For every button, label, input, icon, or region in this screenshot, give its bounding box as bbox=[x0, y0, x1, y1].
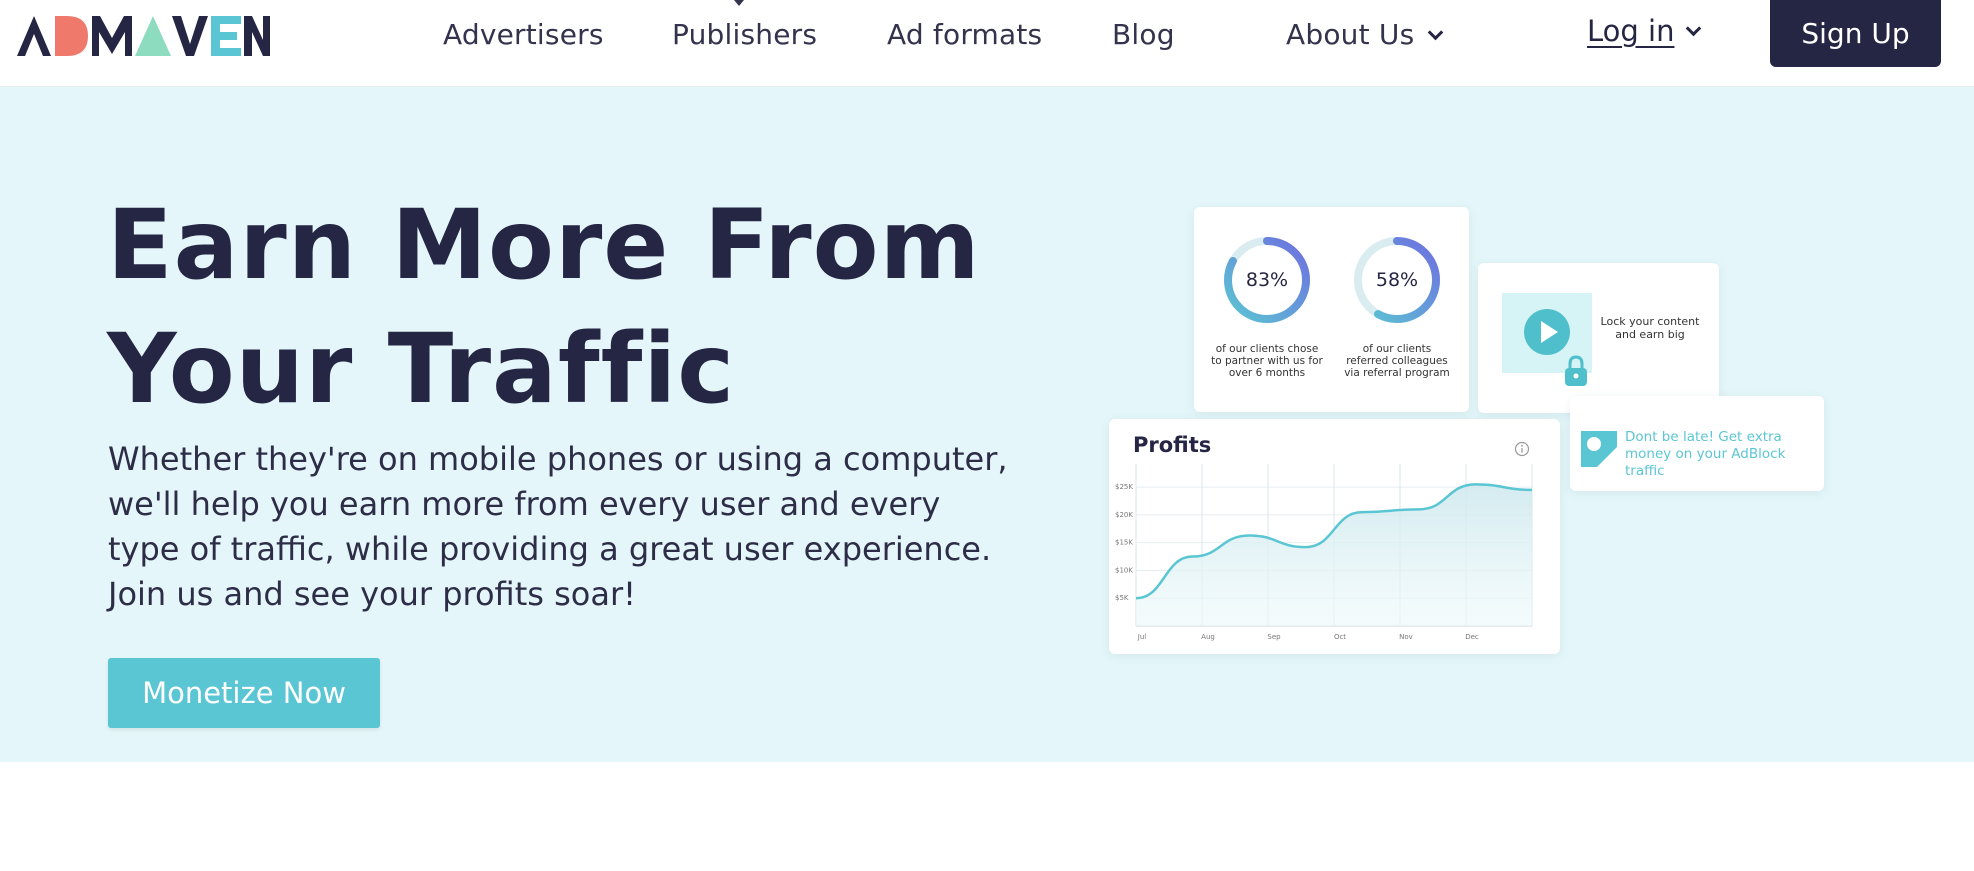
x-tick-label: Aug bbox=[1201, 633, 1215, 641]
nav-about-us[interactable]: About Us bbox=[1286, 18, 1444, 51]
lock-icon bbox=[1565, 355, 1587, 386]
nav-advertisers[interactable]: Advertisers bbox=[443, 18, 604, 51]
login-link[interactable]: Log in bbox=[1587, 14, 1702, 48]
adblock-text: Dont be late! Get extra money on your Ad… bbox=[1625, 429, 1786, 479]
x-tick-label: Dec bbox=[1465, 633, 1479, 641]
x-tick-label: Oct bbox=[1334, 633, 1346, 641]
lock-content-card: Lock your content and earn big bbox=[1478, 263, 1719, 413]
y-tick-label: $10K bbox=[1115, 566, 1133, 574]
profits-title: Profits bbox=[1133, 433, 1212, 457]
image-icon bbox=[1581, 431, 1617, 467]
stat-caption: of our clients referred colleagues via r… bbox=[1344, 343, 1450, 379]
admaven-logo[interactable] bbox=[15, 10, 270, 58]
chevron-down-icon bbox=[1428, 24, 1444, 41]
hero-title-line1: Earn More From bbox=[107, 189, 981, 301]
x-tick-label: Nov bbox=[1399, 633, 1413, 641]
logo-wordmark bbox=[17, 16, 270, 56]
hero-description: Whether they're on mobile phones or usin… bbox=[108, 440, 1008, 613]
active-nav-indicator bbox=[734, 0, 744, 6]
lock-content-text: Lock your content and earn big bbox=[1600, 315, 1700, 341]
login-label: Log in bbox=[1587, 14, 1675, 48]
y-tick-label: $15K bbox=[1115, 539, 1133, 547]
stat-value: 58% bbox=[1375, 269, 1419, 291]
play-icon bbox=[1524, 309, 1570, 355]
x-tick-label: Jul bbox=[1137, 633, 1147, 641]
nav-about-us-label: About Us bbox=[1286, 18, 1415, 51]
y-tick-label: $25K bbox=[1115, 483, 1133, 491]
nav-ad-formats[interactable]: Ad formats bbox=[887, 18, 1042, 51]
hero-section: Earn More From Your Traffic Whether they… bbox=[0, 87, 1974, 762]
nav-publishers[interactable]: Publishers bbox=[672, 18, 817, 51]
stats-card: 83% of our clients chose to partner with… bbox=[1194, 207, 1469, 412]
profits-chart-card: $5K $10K $15K $20K $25K Jul Aug Sep Oct Nov Dec Pr… bbox=[1109, 419, 1560, 654]
stat-ring-2: 58% bbox=[1351, 234, 1443, 326]
stat-caption: of our clients chose to partner with us … bbox=[1211, 343, 1323, 379]
y-tick-label: $5K bbox=[1115, 594, 1129, 602]
hero-title: Earn More From Your Traffic bbox=[107, 183, 1007, 431]
info-icon[interactable] bbox=[1514, 441, 1530, 457]
stat-ring-1: 83% bbox=[1221, 234, 1313, 326]
stat-value: 83% bbox=[1245, 269, 1289, 291]
chevron-down-icon bbox=[1686, 20, 1702, 37]
y-tick-label: $20K bbox=[1115, 511, 1133, 519]
nav-blog[interactable]: Blog bbox=[1112, 18, 1175, 51]
x-tick-label: Sep bbox=[1267, 633, 1281, 641]
signup-button[interactable]: Sign Up bbox=[1770, 0, 1941, 67]
adblock-card: Dont be late! Get extra money on your Ad… bbox=[1570, 396, 1824, 491]
site-header: Advertisers Publishers Ad formats Blog A… bbox=[0, 0, 1974, 87]
monetize-now-button[interactable]: Monetize Now bbox=[108, 658, 380, 728]
hero-title-line2: Your Traffic bbox=[107, 313, 736, 425]
